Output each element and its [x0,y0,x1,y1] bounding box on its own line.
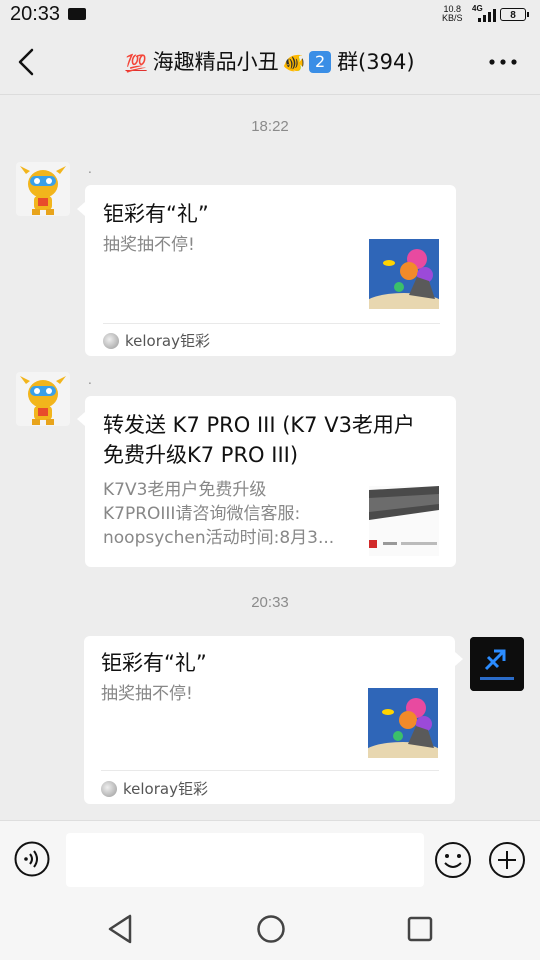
fish-emoji-icon: 🐠 [282,53,306,74]
battery-icon: 8 [500,8,529,21]
message-timestamp: 20:33 [251,594,289,611]
input-bar [0,820,540,901]
plus-icon[interactable] [488,841,526,879]
card-title: 钜彩有“礼” [101,651,207,675]
sd-card-icon [68,8,86,20]
bubble-tail [77,412,85,426]
sender-avatar[interactable] [16,372,70,426]
sender-avatar[interactable] [16,162,70,216]
card-description-line-1: K7V3老用户免费升级 [103,480,267,500]
card-thumbnail [369,239,439,309]
number-two-emoji-icon: 2 [309,51,332,73]
sagittarius-avatar-icon [470,637,524,691]
link-card[interactable]: 钜彩有“礼” 抽奖抽不停! keloray钜彩 [84,636,455,804]
signal-icon [478,7,496,22]
robot-avatar-icon [20,166,66,215]
robot-avatar-icon [20,376,66,425]
card-source: keloray钜彩 [103,330,210,351]
network-speed: 10.8 KB/S [442,4,463,23]
card-divider [101,770,439,771]
nav-back-icon[interactable] [106,912,136,946]
more-options-icon[interactable] [488,52,518,72]
bubble-tail [77,202,85,216]
card-title-line-1: 转发送 K7 PRO III (K7 V3老用户 [103,413,415,437]
card-description-line-2: K7PROIII请咨询微信客服: [103,504,301,524]
voice-input-icon[interactable] [14,841,50,877]
card-thumbnail [369,486,439,556]
card-divider [103,323,440,324]
emoji-icon[interactable] [434,841,472,879]
message-timestamp: 18:22 [251,118,289,135]
source-name: keloray钜彩 [123,780,208,798]
group-member-count: 群(394) [337,50,415,74]
card-source: keloray钜彩 [101,778,208,799]
my-avatar[interactable] [470,637,524,691]
sender-name: . [88,373,92,387]
card-description-line-3: noopsychen活动时间:8月3... [103,528,335,548]
status-time: 20:33 [10,3,61,25]
source-app-icon [101,780,117,797]
nav-home-icon[interactable] [256,914,286,944]
source-app-icon [103,332,119,349]
status-bar: 20:33 10.8 KB/S 4G 8 [0,0,540,30]
source-name: keloray钜彩 [125,332,210,350]
chat-title: 💯 海趣精品小丑 🐠 2 群(394) [0,46,540,76]
link-card[interactable]: 转发送 K7 PRO III (K7 V3老用户 免费升级K7 PRO III)… [85,396,456,567]
card-description: 抽奖抽不停! [101,684,193,704]
card-title-line-2: 免费升级K7 PRO III) [103,443,299,467]
card-title: 钜彩有“礼” [103,202,209,226]
chat-header: 💯 海趣精品小丑 🐠 2 群(394) [0,30,540,95]
group-name: 海趣精品小丑 [152,50,279,74]
message-input[interactable] [66,833,424,887]
bubble-tail [455,652,463,666]
sender-name: . [88,162,92,176]
card-thumbnail [368,688,438,758]
card-description: 抽奖抽不停! [103,235,195,255]
system-nav-bar [0,900,540,960]
nav-recent-apps-icon[interactable] [406,915,434,943]
link-card[interactable]: 钜彩有“礼” 抽奖抽不停! keloray钜彩 [85,185,456,356]
hundred-emoji-icon: 💯 [125,54,147,74]
